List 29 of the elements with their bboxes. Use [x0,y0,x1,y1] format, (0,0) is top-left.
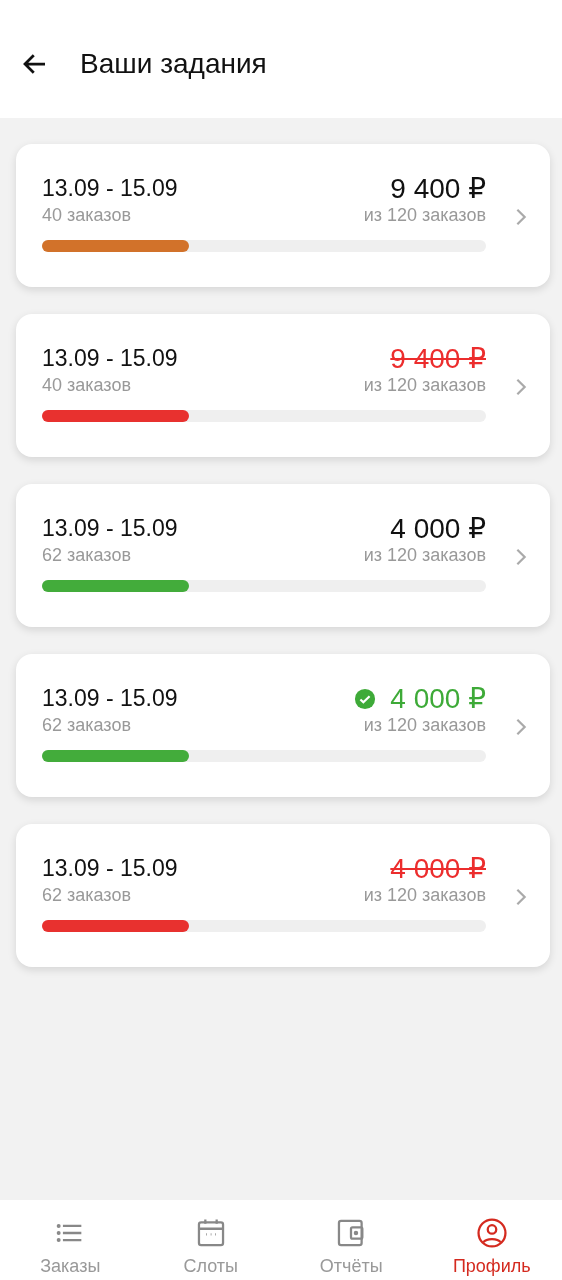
task-dates: 13.09 - 15.09 [42,515,178,542]
task-card[interactable]: 13.09 - 15.09 4 000 ₽ 62 заказов из 120 заказов [16,824,550,967]
total-orders: из 120 заказов [363,545,486,566]
task-amount: 4 000 ₽ [390,512,486,545]
completed-orders: 62 заказов [42,545,131,566]
total-orders: из 120 заказов [363,375,486,396]
completed-orders: 40 заказов [42,205,131,226]
task-card[interactable]: 13.09 - 15.09 4 000 ₽ 62 заказов из 120 заказов [16,654,550,797]
task-card[interactable]: 13.09 - 15.09 9 400 ₽ 40 заказов из 120 заказов [16,314,550,457]
total-orders: из 120 заказов [363,885,486,906]
total-orders: из 120 заказов [363,715,486,736]
check-circle-icon [354,687,377,710]
task-dates: 13.09 - 15.09 [42,685,178,712]
task-dates: 13.09 - 15.09 [42,345,178,372]
task-card[interactable]: 13.09 - 15.09 4 000 ₽ 62 заказов из 120 заказов [16,484,550,627]
nav-tab[interactable]: Профиль [421,1200,562,1280]
task-card[interactable]: 13.09 - 15.09 9 400 ₽ 40 заказов из 120 заказов [16,144,550,287]
profile-icon [474,1216,509,1250]
completed-orders: 40 заказов [42,375,131,396]
completed-orders: 62 заказов [42,885,131,906]
completed-orders: 62 заказов [42,715,131,736]
task-amount: 4 000 ₽ [390,852,486,885]
task-amount: 9 400 ₽ [390,172,486,205]
task-amount: 4 000 ₽ [390,682,486,715]
page-title: Ваши задания [80,48,267,80]
task-dates: 13.09 - 15.09 [42,175,178,202]
total-orders: из 120 заказов [363,205,486,226]
task-amount: 9 400 ₽ [390,342,486,375]
task-dates: 13.09 - 15.09 [42,855,178,882]
